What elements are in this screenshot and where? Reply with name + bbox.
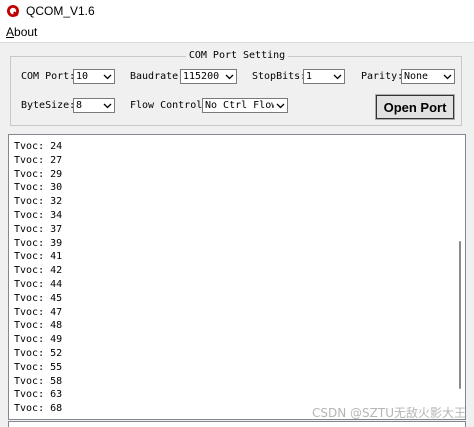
output-line: Tvoc: 44 bbox=[14, 278, 63, 290]
output-line: Tvoc: 24 bbox=[14, 141, 63, 152]
flow-control-select[interactable]: No Ctrl Flow bbox=[202, 98, 288, 113]
chevron-down-icon bbox=[274, 99, 287, 112]
output-line: Tvoc: 27 bbox=[14, 154, 63, 166]
baudrate-value: 115200 bbox=[183, 71, 220, 82]
window-title: QCOM_V1.6 bbox=[26, 4, 95, 18]
menu-about-rest: bout bbox=[14, 25, 38, 39]
output-line: Tvoc: 41 bbox=[14, 251, 63, 263]
baudrate-label: Baudrate: bbox=[130, 71, 185, 82]
receive-output-area[interactable]: Tvoc: 24 Tvoc: 27 Tvoc: 29 Tvoc: 30 Tvoc: 32… bbox=[8, 134, 466, 420]
vertical-scrollbar[interactable] bbox=[456, 135, 465, 419]
chevron-down-icon bbox=[441, 70, 454, 83]
chevron-down-icon bbox=[331, 70, 344, 83]
app-window: QCOM_V1.6 About COM Port Setting COM Por… bbox=[0, 0, 474, 427]
com-port-select[interactable]: 10 bbox=[73, 69, 115, 84]
title-bar[interactable]: QCOM_V1.6 bbox=[0, 0, 474, 22]
output-line: Tvoc: 55 bbox=[14, 361, 63, 373]
bytesize-select[interactable]: 8 bbox=[73, 98, 115, 113]
menu-bar: About bbox=[0, 22, 474, 43]
output-line: Tvoc: 37 bbox=[14, 223, 63, 235]
qcom-app-icon bbox=[6, 4, 20, 18]
output-line: Tvoc: 30 bbox=[14, 182, 63, 194]
output-line: Tvoc: 45 bbox=[14, 292, 63, 304]
chevron-down-icon bbox=[101, 70, 114, 83]
output-line: Tvoc: 49 bbox=[14, 334, 63, 346]
com-port-label: COM Port: bbox=[21, 71, 76, 82]
watermark-text: CSDN @SZTU无敌火影大王 bbox=[312, 406, 466, 420]
com-port-value: 10 bbox=[76, 71, 89, 82]
output-line: Tvoc: 48 bbox=[14, 320, 63, 332]
output-line: Tvoc: 47 bbox=[14, 306, 63, 318]
bytesize-value: 8 bbox=[76, 100, 83, 111]
parity-value: None bbox=[404, 71, 429, 82]
chevron-down-icon bbox=[101, 99, 114, 112]
parity-select[interactable]: None bbox=[401, 69, 455, 84]
output-line: Tvoc: 32 bbox=[14, 196, 63, 208]
bytesize-label: ByteSize: bbox=[21, 100, 76, 111]
stopbits-label: StopBits: bbox=[252, 71, 307, 82]
group-title: COM Port Setting bbox=[185, 49, 289, 63]
output-lines: Tvoc: 24 Tvoc: 27 Tvoc: 29 Tvoc: 30 Tvoc: 32… bbox=[14, 140, 62, 416]
output-line: Tvoc: 39 bbox=[14, 237, 63, 249]
output-line: Tvoc: 42 bbox=[14, 265, 63, 277]
output-line: Tvoc: 52 bbox=[14, 347, 63, 359]
output-line: Tvoc: 29 bbox=[14, 168, 63, 180]
output-line: Tvoc: 34 bbox=[14, 209, 63, 221]
flow-control-label: Flow Control: bbox=[130, 100, 209, 111]
open-port-button[interactable]: Open Port bbox=[375, 94, 455, 120]
baudrate-select[interactable]: 115200 bbox=[180, 69, 237, 84]
flow-control-value: No Ctrl Flow bbox=[205, 100, 274, 111]
output-line: Tvoc: 58 bbox=[14, 375, 63, 387]
menu-about-mnemonic: A bbox=[6, 25, 15, 39]
output-line: Tvoc: 68 bbox=[14, 403, 63, 415]
stopbits-value: 1 bbox=[306, 71, 313, 82]
output-line: Tvoc: 63 bbox=[14, 389, 63, 401]
scrollbar-thumb[interactable] bbox=[459, 241, 461, 389]
stopbits-select[interactable]: 1 bbox=[303, 69, 345, 84]
menu-about[interactable]: About bbox=[6, 24, 37, 40]
parity-label: Parity: bbox=[361, 71, 404, 82]
send-input-area[interactable] bbox=[8, 421, 466, 427]
chevron-down-icon bbox=[223, 70, 236, 83]
